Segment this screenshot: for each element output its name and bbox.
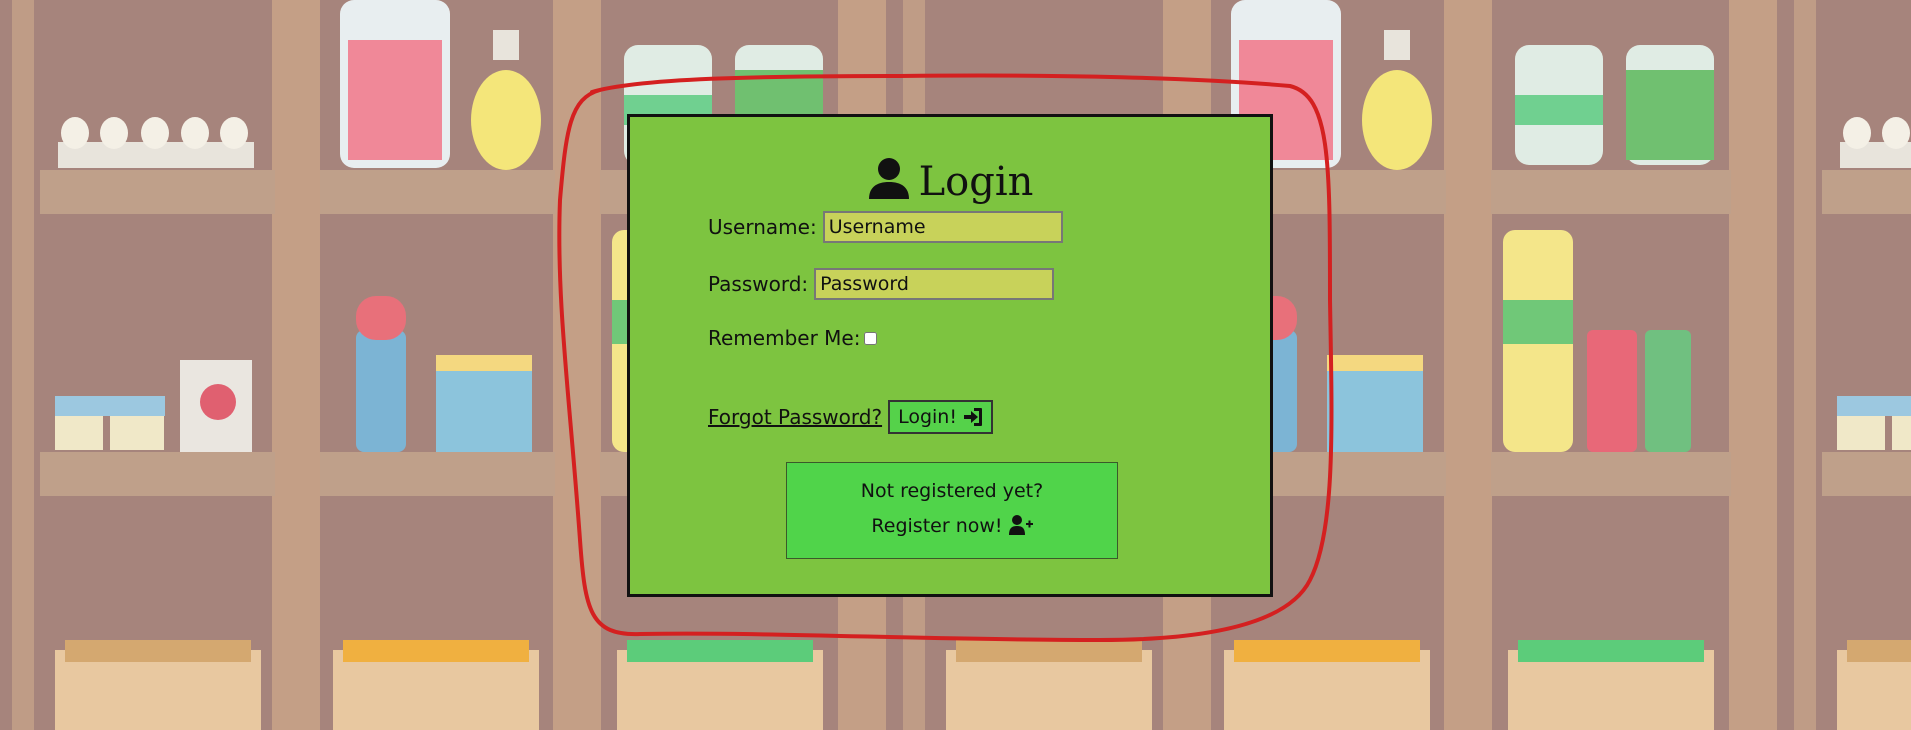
- password-row: Password:: [708, 268, 1055, 300]
- login-button-label: Login!: [898, 406, 957, 428]
- register-prompt: Not registered yet?: [860, 480, 1044, 502]
- user-plus-icon: [1008, 515, 1033, 535]
- username-input[interactable]: [822, 211, 1063, 243]
- sign-in-icon: [963, 408, 982, 426]
- password-input[interactable]: [814, 268, 1055, 300]
- user-icon: [868, 158, 909, 199]
- username-label: Username:: [708, 215, 817, 239]
- remember-me-checkbox[interactable]: [864, 331, 878, 345]
- password-label: Password:: [708, 272, 809, 296]
- login-button[interactable]: Login!: [888, 400, 993, 434]
- login-title: Login: [630, 157, 1270, 205]
- register-link-label: Register now!: [871, 515, 1003, 537]
- forgot-password-link[interactable]: Forgot Password?: [708, 405, 882, 429]
- remember-row: Remember Me:: [708, 326, 878, 350]
- remember-me-label: Remember Me:: [708, 326, 861, 350]
- username-row: Username:: [708, 211, 1063, 243]
- register-link[interactable]: Register now!: [787, 515, 1117, 537]
- login-panel: Login Username: Password: Remember Me: F…: [627, 114, 1273, 597]
- login-title-text: Login: [918, 159, 1034, 205]
- actions-row: Forgot Password? Login!: [708, 400, 993, 434]
- register-box[interactable]: Not registered yet? Register now!: [786, 462, 1118, 559]
